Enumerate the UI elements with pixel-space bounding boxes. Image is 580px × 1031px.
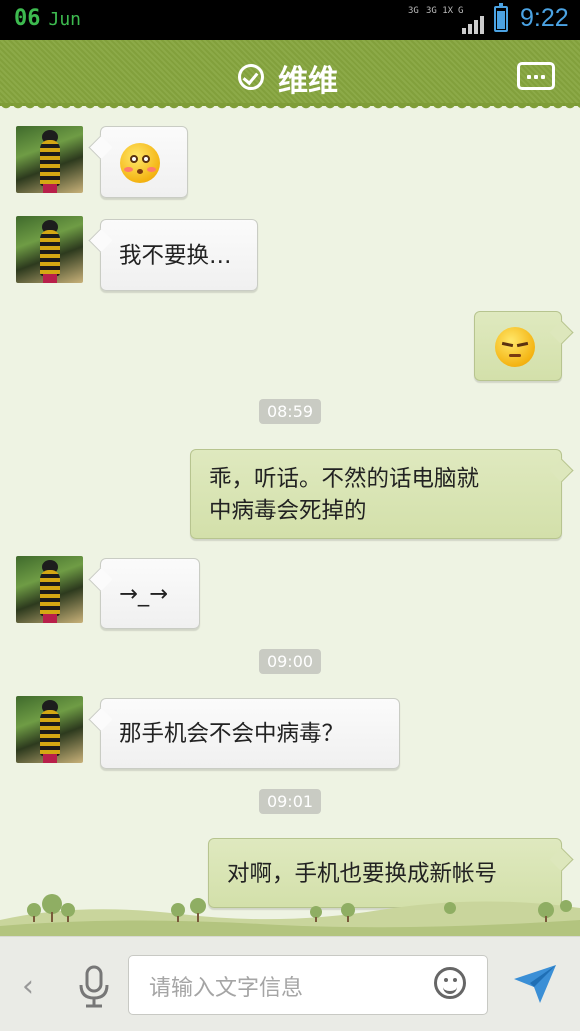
- microphone-icon[interactable]: [76, 965, 112, 1009]
- message-text-line-1: 乖，听话。不然的话电脑就: [209, 466, 480, 492]
- message-input-bar: ‹ 请输入文字信息: [0, 936, 580, 1031]
- message-timestamp: 09:00: [0, 649, 580, 674]
- outgoing-message-bubble[interactable]: 乖，听话。不然的话电脑就 中病毒会死掉的: [190, 449, 562, 539]
- status-date: 06 Jun: [14, 6, 81, 31]
- status-month: Jun: [48, 9, 82, 30]
- network-signal-icon: 3G 3G 1X G: [408, 6, 484, 34]
- message-timestamp: 08:59: [0, 399, 580, 424]
- message-text-line-2: 中病毒会死掉的: [209, 498, 367, 524]
- message-text: 那手机会不会中病毒？: [119, 721, 345, 747]
- smiley-icon[interactable]: [434, 967, 466, 999]
- incoming-message-bubble[interactable]: 那手机会不会中病毒？: [100, 698, 400, 769]
- message-timestamp: 09:01: [0, 789, 580, 814]
- contact-avatar[interactable]: [16, 216, 83, 283]
- status-bar: 06 Jun 3G 3G 1X G 9:22: [0, 0, 580, 40]
- input-placeholder: 请输入文字信息: [149, 976, 304, 1001]
- incoming-message-bubble[interactable]: [100, 126, 188, 198]
- contact-avatar[interactable]: [16, 556, 83, 623]
- contact-avatar[interactable]: [16, 696, 83, 763]
- network-label-3g: 3G: [408, 6, 419, 16]
- message-text: 对啊，手机也要换成新帐号: [227, 861, 498, 887]
- message-list[interactable]: 我不要换… 08:59 乖，听话。不然的话电脑就 中病毒会死掉的 →_→ 09:…: [0, 106, 580, 936]
- message-text: →_→: [119, 581, 168, 607]
- chat-title: 维维: [278, 64, 338, 99]
- outgoing-message-bubble[interactable]: [474, 311, 562, 381]
- network-label-3g1x: 3G 1X: [426, 6, 454, 16]
- landscape-decoration: [0, 894, 580, 936]
- more-options-button[interactable]: [517, 62, 555, 90]
- annoyed-face-icon: [495, 327, 535, 367]
- contact-avatar[interactable]: [16, 126, 83, 193]
- signal-bars-icon: [462, 14, 484, 34]
- status-day: 06: [14, 6, 41, 31]
- incoming-message-bubble[interactable]: →_→: [100, 558, 200, 629]
- incoming-message-bubble[interactable]: 我不要换…: [100, 219, 258, 291]
- blushing-face-icon: [120, 143, 160, 183]
- back-chevron-icon[interactable]: ‹: [22, 969, 34, 1004]
- status-time: 9:22: [520, 4, 569, 32]
- chat-header: 维维: [0, 40, 580, 111]
- message-text: 我不要换…: [119, 243, 232, 269]
- send-icon[interactable]: [510, 959, 560, 1009]
- battery-icon: [494, 3, 508, 32]
- check-circle-icon: [238, 64, 264, 90]
